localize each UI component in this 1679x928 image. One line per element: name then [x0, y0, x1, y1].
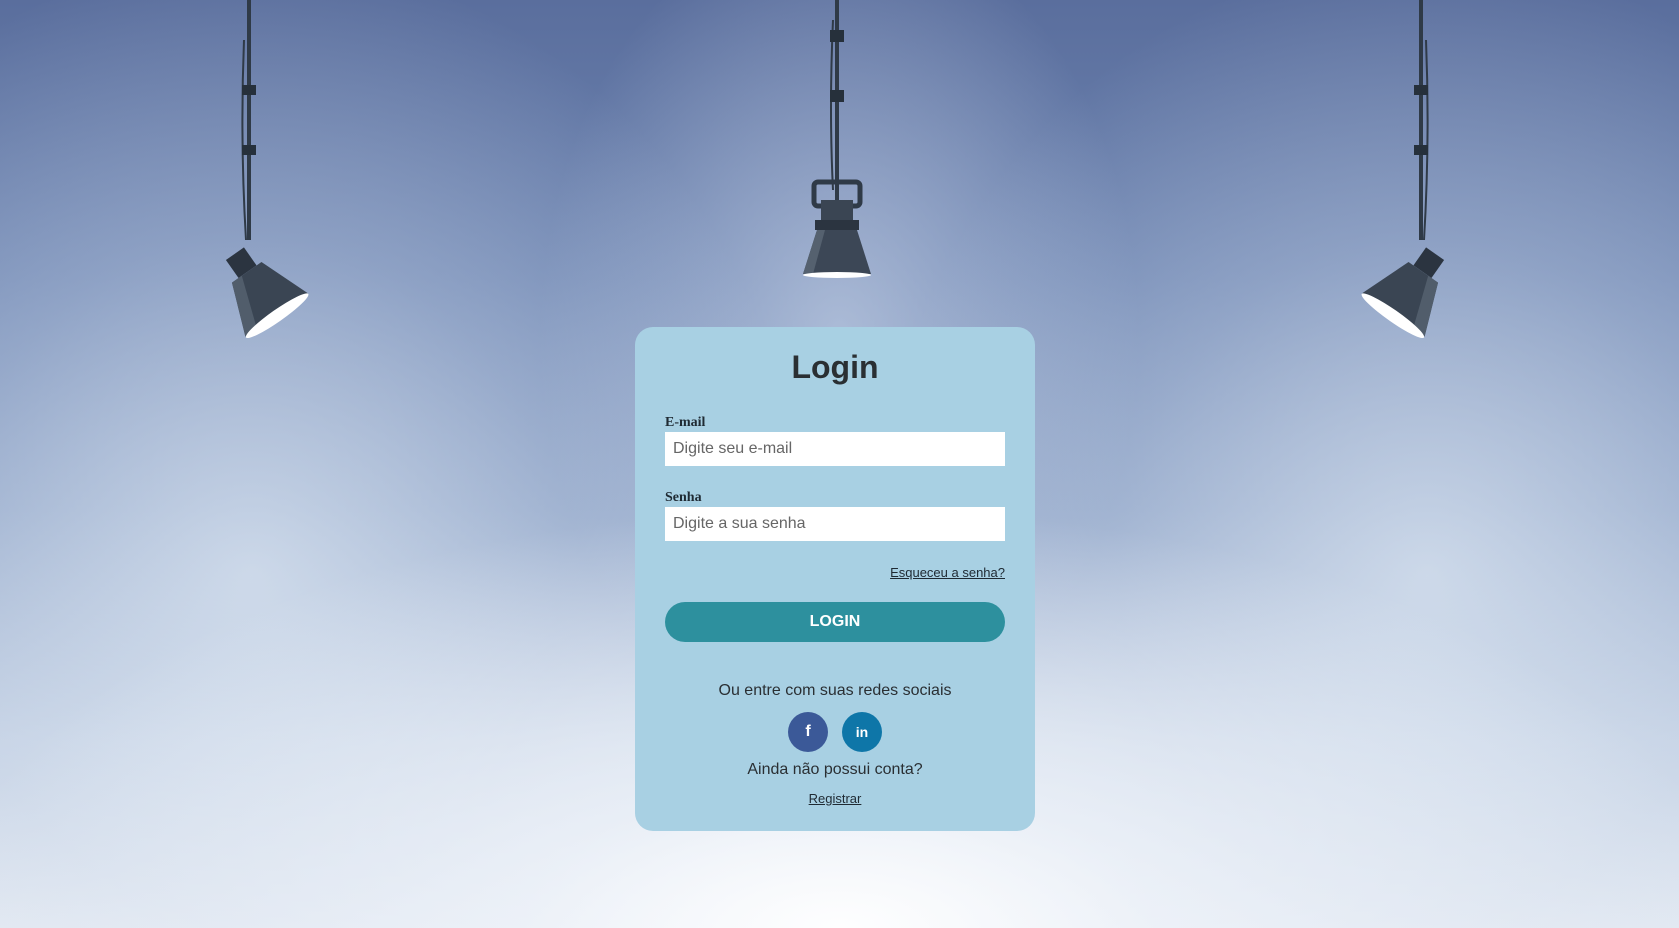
email-label: E-mail [665, 415, 706, 430]
spotlight-center-icon [803, 0, 871, 278]
facebook-button[interactable]: f [788, 712, 828, 752]
spotlight-left-icon [225, 0, 309, 339]
linkedin-icon: in [855, 724, 869, 740]
page-background: Login E-mail Senha Esqueceu a senha? LOG… [0, 0, 1679, 928]
login-title: Login [791, 349, 879, 385]
linkedin-button[interactable]: in [842, 712, 882, 752]
spotlight-right-icon [1361, 0, 1445, 339]
social-buttons: f in [665, 712, 1005, 752]
password-label: Senha [665, 490, 702, 505]
login-card: Login E-mail Senha Esqueceu a senha? LOG… [635, 327, 1035, 831]
email-input[interactable] [665, 432, 1005, 466]
social-login-text: Ou entre com suas redes sociais [718, 682, 952, 699]
forgot-password-row: Esqueceu a senha? [665, 564, 1005, 582]
facebook-icon: f [805, 723, 811, 740]
register-row: Registrar [665, 790, 1005, 808]
password-input[interactable] [665, 507, 1005, 541]
login-button[interactable]: LOGIN [665, 602, 1005, 642]
register-link[interactable]: Registrar [809, 791, 862, 806]
no-account-text: Ainda não possui conta? [747, 761, 923, 778]
forgot-password-link[interactable]: Esqueceu a senha? [890, 565, 1005, 580]
